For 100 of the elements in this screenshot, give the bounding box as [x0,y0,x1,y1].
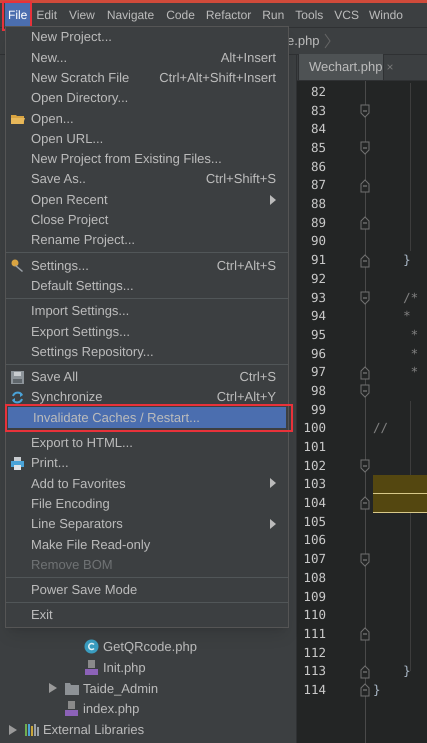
menu-item[interactable]: New Project... [6,27,288,48]
menu-item[interactable]: Save All Ctrl+S [6,366,288,388]
menu-item-label: File Encoding [31,494,111,513]
menu-item[interactable]: Line Separators [6,514,288,534]
line-number: 82 [310,82,326,101]
php-file-icon [64,701,79,716]
menu-item-label: Settings Repository... [31,342,155,361]
menu-item[interactable]: Open URL... [6,128,288,149]
line-number: 92 [310,270,326,288]
menu-item[interactable]: File Encoding [6,494,288,514]
line-number: 84 [310,120,326,138]
menu-item[interactable]: Synchronize Ctrl+Alt+Y [6,387,288,408]
menu-item-label: Open Recent [31,190,109,209]
menu-bar-item[interactable]: Run [259,3,288,27]
line-number: 110 [302,606,326,624]
line-number: 96 [310,344,326,363]
menu-item-label: New... [31,48,68,67]
code-text: // [373,419,388,438]
menu-item-label: Invalidate Caches / Restart... [33,408,201,427]
menu-bar-item[interactable]: File [5,3,30,27]
menu-item[interactable]: New Scratch File Ctrl+Alt+Shift+Insert [6,68,288,88]
menu-bar-item[interactable]: Navigate [104,3,158,27]
fold-end-icon[interactable] [360,683,370,698]
expand-arrow-icon[interactable] [48,683,57,694]
line-number: 87 [310,176,326,194]
menu-item[interactable]: Close Project [6,210,288,230]
fold-end-icon[interactable] [360,216,370,230]
shortcut-label: Ctrl+Alt+Y [216,388,276,406]
menu-item-label: Import Settings... [31,302,130,320]
line-number: 109 [302,588,326,606]
line-number: 100 [302,419,326,438]
fold-end-icon[interactable] [360,664,370,679]
sync-icon [10,390,25,406]
menu-item[interactable]: New Project from Existing Files... [6,148,288,170]
expand-arrow-icon[interactable] [8,724,17,735]
menu-bar-item[interactable]: View [66,3,98,27]
menu-item[interactable]: Make File Read-only [6,534,288,554]
menu-item[interactable]: Add to Favorites [6,473,288,494]
fold-start-icon[interactable] [360,141,370,156]
fold-end-icon[interactable] [360,627,370,642]
code-text: * [410,344,418,363]
menu-item-label: Add to Favorites [31,474,127,493]
fold-start-icon[interactable] [360,290,370,305]
menu-item[interactable]: Open Directory... [6,88,288,108]
menu-bar-item[interactable]: Edit [33,3,60,27]
line-number: 113 [302,662,326,680]
menu-bar-item[interactable]: Tools [292,3,326,27]
fold-end-icon[interactable] [360,496,370,510]
menu-bar-item[interactable]: Windo [366,3,406,27]
line-number: 85 [310,139,326,158]
menu-item[interactable]: Settings Repository... [6,341,288,362]
menu-item[interactable]: Save As.. Ctrl+Shift+S [6,169,288,190]
menu-item[interactable]: Open... [6,108,288,128]
shortcut-label: Ctrl+Alt+Shift+Insert [159,68,276,87]
menu-item[interactable]: Exit [6,605,288,626]
fold-end-icon[interactable] [360,254,370,268]
tree-item-label[interactable]: Taide_Admin [83,678,158,698]
menu-bar-item[interactable]: VCS [331,3,362,27]
line-number: 86 [310,158,326,176]
menu-item-label: Default Settings... [31,276,135,295]
menu-item[interactable]: Default Settings... [6,276,288,296]
menu-item[interactable]: Rename Project... [6,230,288,250]
printer-icon [10,456,25,471]
library-icon [24,722,39,738]
menu-item-label: Export Settings... [31,322,131,341]
menu-item[interactable]: Export Settings... [6,321,288,342]
code-text: } [402,662,411,680]
tree-item-label[interactable]: GetQRcode.php [103,637,197,657]
menu-item[interactable]: Settings... Ctrl+Alt+S [6,255,288,276]
menu-item[interactable]: Power Save Mode [6,580,288,600]
tree-item-label[interactable]: Init.php [103,658,146,678]
menu-item[interactable]: New... Alt+Insert [6,47,288,68]
fold-start-icon[interactable] [360,104,370,118]
menu-item-label: Close Project [31,211,110,230]
folder-icon [64,680,79,696]
line-number: 105 [302,512,326,531]
menu-item-label: Rename Project... [31,231,136,250]
fold-start-icon[interactable] [360,552,370,567]
line-number: 94 [310,307,326,326]
fold-start-icon[interactable] [360,459,370,474]
fold-end-icon[interactable] [360,366,370,380]
php-file-icon [84,660,99,676]
menu-item[interactable]: Print... [6,452,288,474]
class-file-icon [84,639,99,654]
menu-item[interactable]: Open Recent [6,189,288,210]
menu-item-label: Save All [31,368,79,386]
fold-end-icon[interactable] [360,178,370,193]
menu-bar-item[interactable]: Code [163,3,198,27]
menu-item-label: Open... [31,110,75,128]
menu-item-label: Open Directory... [31,89,130,108]
tree-item-label[interactable]: External Libraries [43,720,144,740]
menu-item-label: Export to HTML... [31,434,134,452]
menu-item[interactable]: Import Settings... [6,300,288,322]
fold-start-icon[interactable] [360,384,370,398]
menu-bar-item[interactable]: Refactor [202,3,254,27]
code-text: * [402,307,411,326]
line-number: 89 [310,214,326,232]
line-number: 104 [302,494,326,512]
menu-item[interactable]: Export to HTML... [6,432,288,453]
tree-item-label[interactable]: index.php [83,699,140,719]
